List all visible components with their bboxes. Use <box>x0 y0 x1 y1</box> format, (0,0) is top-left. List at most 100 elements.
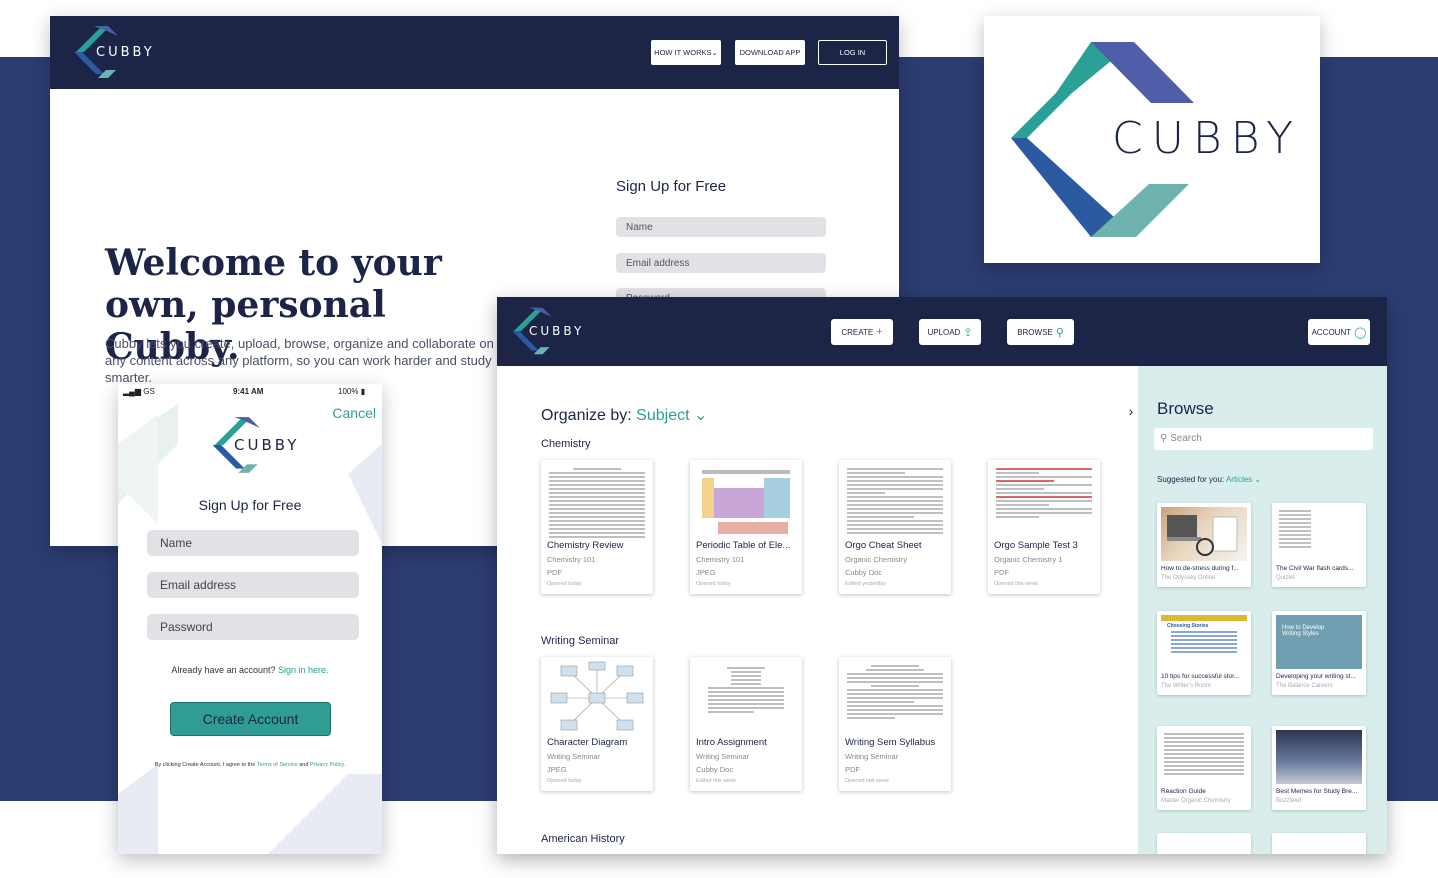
browse-card[interactable]: How to Develop Writing Styles Developing… <box>1272 611 1366 695</box>
file-title: Orgo Cheat Sheet <box>845 540 922 551</box>
how-it-works-label: HOW IT WORKS <box>654 48 712 57</box>
landing-logo[interactable]: CUBBY <box>66 24 155 80</box>
privacy-policy-link[interactable]: Privacy Policy. <box>310 762 345 768</box>
browse-search-input[interactable]: ⚲ Search <box>1154 428 1373 450</box>
cubby-logo-icon <box>505 305 555 357</box>
section-writing-seminar: Writing Seminar <box>541 635 620 647</box>
browse-title: Browse <box>1157 399 1214 418</box>
create-button[interactable]: CREATE + <box>831 319 893 345</box>
browse-card[interactable]: How to de-stress during f... The Odyssey… <box>1157 503 1251 587</box>
article-title: 10 tips for successful stor... <box>1161 673 1240 680</box>
account-button[interactable]: ACCOUNT ◯ <box>1308 319 1370 345</box>
article-title: How to de-stress during f... <box>1161 565 1239 572</box>
article-source: Quizlet <box>1276 575 1295 581</box>
file-course: Chemistry 101 <box>547 555 596 564</box>
name-field[interactable]: Name <box>147 530 359 556</box>
sign-in-link[interactable]: Sign in here. <box>278 665 329 675</box>
browse-label: BROWSE <box>1017 327 1053 337</box>
app-logo[interactable]: CUBBY <box>505 305 584 357</box>
upload-icon: ⇪ <box>963 326 973 339</box>
article-title: Developing your writing st... <box>1276 673 1356 680</box>
cubby-logo-icon <box>204 414 264 476</box>
browse-card[interactable]: Choosing Stories 10 tips for successful … <box>1157 611 1251 695</box>
file-activity: Edited yesterday <box>845 581 886 587</box>
download-app-button[interactable]: DOWNLOAD APP <box>735 40 805 65</box>
collapse-panel-button[interactable]: › <box>1123 401 1139 421</box>
organize-label: Organize by: <box>541 407 632 424</box>
file-type: PDF <box>994 568 1009 577</box>
browse-card[interactable]: Reaction Guide Master Organic Chemistry <box>1157 726 1251 810</box>
file-course: Organic Chemistry <box>845 555 908 564</box>
file-card[interactable]: Periodic Table of Ele... Chemistry 101 J… <box>690 460 802 594</box>
create-account-button[interactable]: Create Account <box>170 702 331 736</box>
file-card[interactable]: Orgo Sample Test 3 Organic Chemistry 1 P… <box>988 460 1100 594</box>
file-course: Writing Seminar <box>547 752 601 761</box>
browse-card[interactable] <box>1272 833 1366 854</box>
file-title: Periodic Table of Ele... <box>696 540 791 551</box>
app-navbar: CUBBY CREATE + UPLOAD ⇪ BROWSE ⚲ ACCOUNT ◯ <box>497 297 1387 366</box>
mobile-signup-title: Sign Up for Free <box>198 497 302 513</box>
carrier-text: GS <box>143 387 155 396</box>
file-card[interactable]: Chemistry Review Chemistry 101 PDF Opene… <box>541 460 653 594</box>
periodic-table-thumbnail <box>698 464 794 538</box>
terms-of-service-link[interactable]: Terms of Service <box>257 762 298 768</box>
status-battery: 100% ▮ <box>338 387 365 396</box>
browse-button[interactable]: BROWSE ⚲ <box>1007 319 1074 345</box>
chevron-down-icon: ⌄ <box>1252 475 1262 484</box>
file-title: Chemistry Review <box>547 540 624 551</box>
search-placeholder: Search <box>1170 433 1202 444</box>
file-type: PDF <box>845 765 860 774</box>
article-source: The Writer's Room <box>1161 683 1211 689</box>
search-icon: ⚲ <box>1160 433 1171 444</box>
file-card[interactable]: Character Diagram Writing Seminar JPEG O… <box>541 657 653 791</box>
article-source: Buzzfeed <box>1276 798 1302 804</box>
browse-card[interactable] <box>1157 833 1251 854</box>
file-activity: Opened last week <box>845 778 890 784</box>
name-field[interactable]: Name <box>616 217 826 237</box>
file-activity: Opened today <box>547 778 582 784</box>
diagram-thumbnail <box>549 661 645 735</box>
hero-body: Cubby lets you create, upload, browse, o… <box>105 336 494 385</box>
email-field[interactable]: Email address <box>616 253 826 273</box>
log-in-button[interactable]: LOG IN <box>818 40 887 65</box>
article-source: Master Organic Chemistry <box>1161 798 1231 804</box>
browse-panel: Browse ⚲ Search Suggested for you: Artic… <box>1138 366 1387 854</box>
file-title: Intro Assignment <box>696 737 767 748</box>
account-label: ACCOUNT <box>1311 327 1352 337</box>
battery-icon: ▮ <box>360 387 366 396</box>
article-source: The Odyssey Online <box>1161 575 1216 581</box>
cancel-button[interactable]: Cancel <box>332 405 376 421</box>
create-label: CREATE <box>841 327 874 337</box>
organize-by[interactable]: Organize by: Subject ⌄ <box>541 405 707 425</box>
signal-icon: ▂▄▆ <box>123 387 141 396</box>
file-course: Chemistry 101 <box>696 555 745 564</box>
plus-icon: + <box>876 326 883 338</box>
document-thumbnail <box>549 464 645 538</box>
password-field[interactable]: Password <box>147 614 359 640</box>
browse-card[interactable]: Best Memes for Study Bre... Buzzfeed <box>1272 726 1366 810</box>
email-field[interactable]: Email address <box>147 572 359 598</box>
article-title: The Civil War flash cards... <box>1276 565 1354 572</box>
browse-card[interactable]: The Civil War flash cards... Quizlet <box>1272 503 1366 587</box>
upload-button[interactable]: UPLOAD ⇪ <box>919 319 981 345</box>
document-thumbnail <box>847 464 943 538</box>
file-course: Organic Chemistry 1 <box>994 555 1063 564</box>
thumbnail-text: How to Develop Writing Styles <box>1282 625 1325 637</box>
file-card[interactable]: Intro Assignment Writing Seminar Cubby D… <box>690 657 802 791</box>
cubby-logo-icon <box>66 24 122 80</box>
file-activity: Opened today <box>547 581 582 587</box>
organize-value: Subject <box>636 407 690 424</box>
file-type: JPEG <box>547 765 567 774</box>
status-time: 9:41 AM <box>233 387 264 396</box>
file-card[interactable]: Orgo Cheat Sheet Organic Chemistry Cubby… <box>839 460 951 594</box>
terms-notice: By clicking Create Account, I agree to t… <box>118 762 382 768</box>
article-thumbnail <box>1161 507 1247 561</box>
chevron-down-icon: ⌄ <box>711 48 718 57</box>
suggested-for-you[interactable]: Suggested for you: Articles ⌄ <box>1157 475 1261 484</box>
section-american-history: American History <box>541 833 625 845</box>
file-card[interactable]: Writing Sem Syllabus Writing Seminar PDF… <box>839 657 951 791</box>
document-thumbnail <box>1161 730 1247 784</box>
account-icon: ◯ <box>1354 326 1367 339</box>
signup-title: Sign Up for Free <box>616 178 727 195</box>
how-it-works-button[interactable]: HOW IT WORKS ⌄ <box>651 40 721 65</box>
